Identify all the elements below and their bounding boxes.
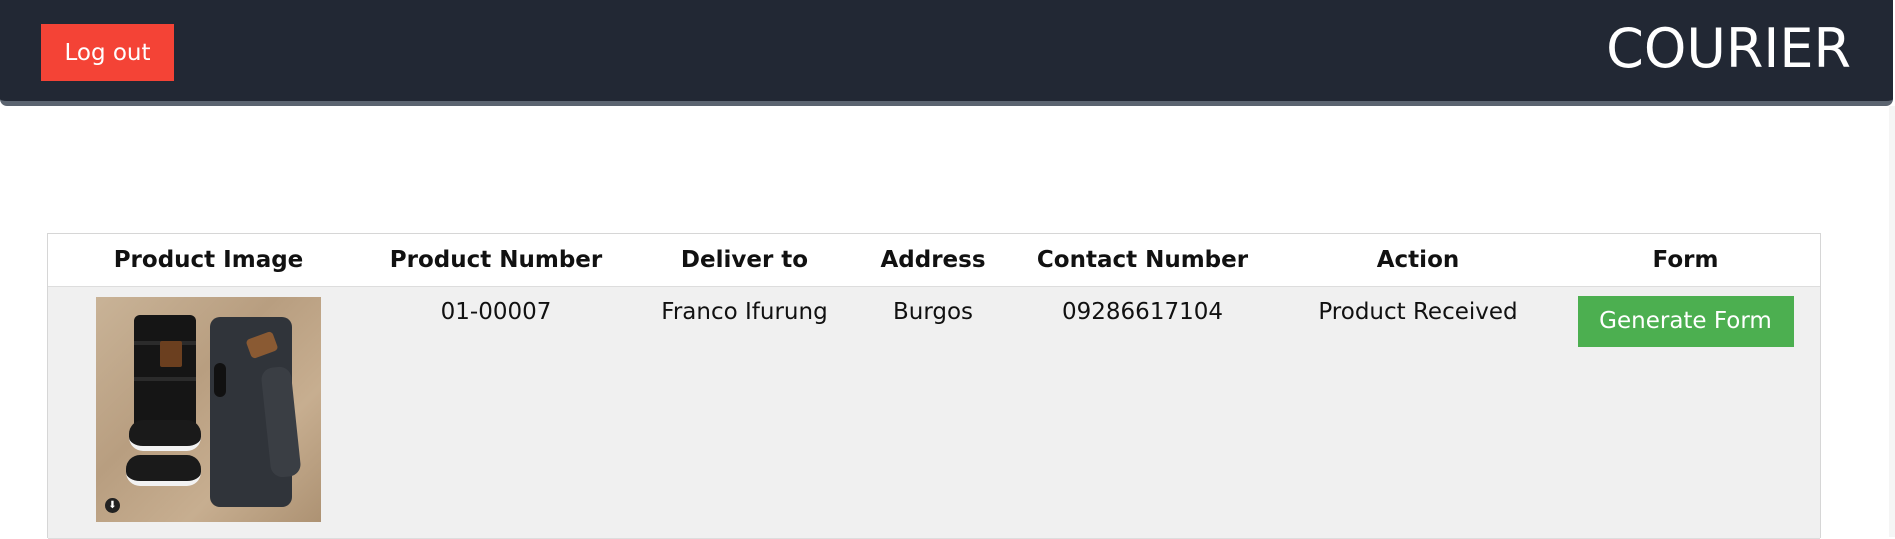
- form-cell: Generate Form: [1551, 286, 1820, 539]
- product-image: ⬇: [96, 297, 321, 522]
- column-header-product-number: Product Number: [369, 234, 623, 287]
- contact-number-cell: 09286617104: [1000, 286, 1285, 539]
- product-number-cell: 01-00007: [369, 286, 623, 539]
- column-header-form: Form: [1551, 234, 1820, 287]
- address-cell: Burgos: [866, 286, 1000, 539]
- brand-title: COURIER: [1606, 17, 1851, 80]
- column-header-product-image: Product Image: [48, 234, 369, 287]
- logout-button[interactable]: Log out: [41, 24, 174, 81]
- orders-table: Product Image Product Number Deliver to …: [48, 234, 1820, 539]
- download-icon[interactable]: ⬇: [105, 498, 120, 513]
- deliver-to-cell: Franco Ifurung: [623, 286, 866, 539]
- top-navbar: Log out COURIER: [0, 0, 1893, 106]
- generate-form-button[interactable]: Generate Form: [1577, 296, 1794, 347]
- column-header-contact-number: Contact Number: [1000, 234, 1285, 287]
- table-header-row: Product Image Product Number Deliver to …: [48, 234, 1820, 287]
- action-cell: Product Received: [1285, 286, 1551, 539]
- column-header-deliver-to: Deliver to: [623, 234, 866, 287]
- scrollbar-track[interactable]: [1889, 106, 1895, 537]
- orders-table-container: Product Image Product Number Deliver to …: [47, 233, 1821, 539]
- column-header-address: Address: [866, 234, 1000, 287]
- product-image-cell: ⬇: [48, 286, 369, 539]
- table-row: ⬇ 01-00007 Franco Ifurung Burgos 0928661…: [48, 286, 1820, 539]
- column-header-action: Action: [1285, 234, 1551, 287]
